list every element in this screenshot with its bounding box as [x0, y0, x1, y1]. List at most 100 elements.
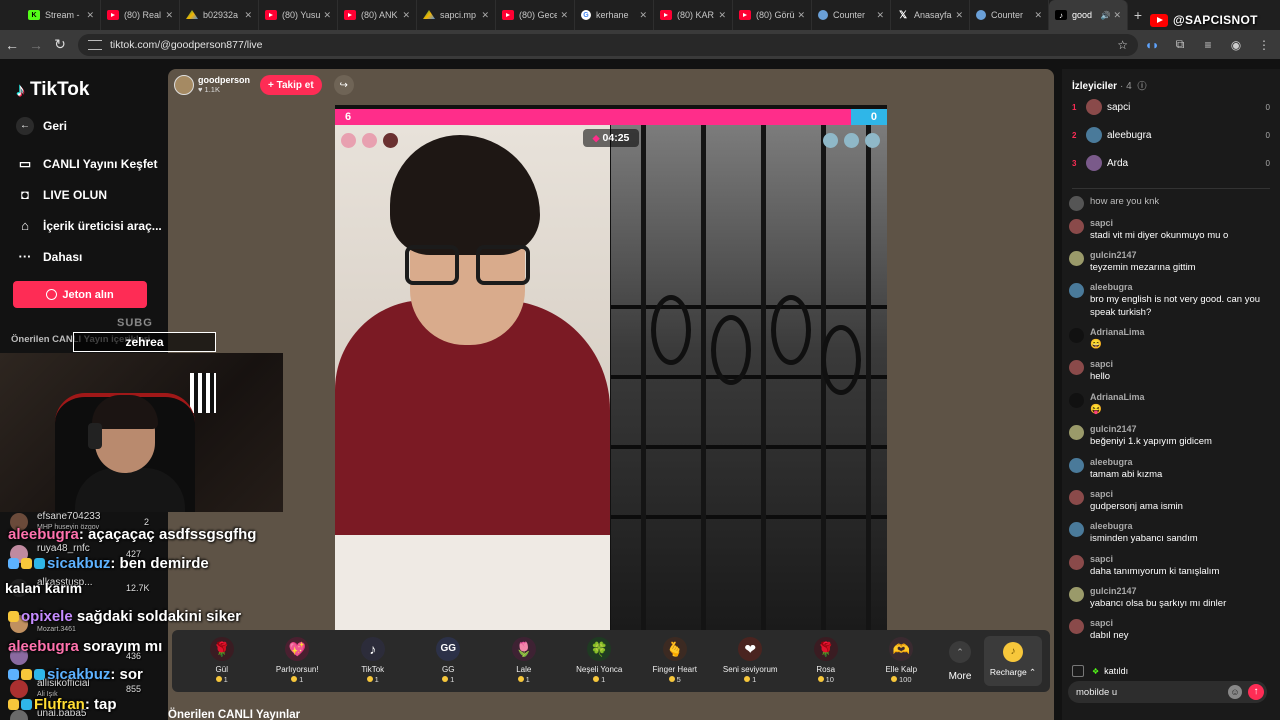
profile-icon[interactable]: ◉ [1222, 38, 1250, 52]
gift-item[interactable]: 🌹 Gül 1 [184, 637, 260, 685]
browser-tab[interactable]: 𝕏 Anasayfa ✕ [891, 0, 970, 30]
forward-arrow-icon[interactable]: → [24, 37, 48, 53]
gift-item[interactable]: 🌷 Lale 1 [486, 637, 562, 685]
gift-item[interactable]: GG GG 1 [411, 637, 487, 685]
message-username[interactable]: aleebugra [1090, 282, 1274, 293]
get-coins-button[interactable]: Jeton alın [13, 281, 147, 308]
go-live-nav-item[interactable]: ◘ LIVE OLUN [16, 187, 107, 202]
reload-icon[interactable]: ↻ [48, 36, 72, 53]
url-text[interactable]: tiktok.com/@goodperson877/live [110, 39, 1117, 51]
tab-close-icon[interactable]: ✕ [876, 10, 884, 21]
emoji-icon[interactable]: ☺ [1228, 685, 1242, 699]
message-username[interactable]: gulcin2147 [1090, 250, 1196, 261]
browser-tab[interactable]: (80) Görü ✕ [733, 0, 812, 30]
extensions-puzzle-icon[interactable]: ⧉ [1166, 37, 1194, 52]
avatar[interactable] [1069, 196, 1084, 211]
message-username[interactable]: aleebugra [1090, 457, 1162, 468]
tab-close-icon[interactable]: ✕ [402, 10, 410, 21]
browser-tab[interactable]: sapci.mp ✕ [417, 0, 496, 30]
more-nav-item[interactable]: ··· Dahası [16, 249, 83, 264]
avatar[interactable] [1069, 251, 1084, 266]
tab-close-icon[interactable]: ✕ [955, 10, 963, 21]
tab-close-icon[interactable]: ✕ [323, 10, 331, 21]
tab-close-icon[interactable]: ✕ [718, 10, 726, 21]
message-username[interactable]: sapci [1090, 359, 1113, 370]
viewer-row[interactable]: 1 sapci 0 [1072, 99, 1270, 115]
tab-close-icon[interactable]: ✕ [560, 10, 568, 21]
gift-item[interactable]: ❤ Seni seviyorum 1 [713, 637, 789, 685]
message-username[interactable]: sapci [1090, 554, 1219, 565]
tiktok-logo[interactable]: ♪ TikTok [16, 79, 89, 101]
battle-video[interactable]: 6 0 ◆ 04:25 [335, 105, 887, 630]
browser-tab[interactable]: Counter ✕ [970, 0, 1049, 30]
tab-close-icon[interactable]: ✕ [86, 10, 94, 21]
avatar[interactable] [1069, 458, 1084, 473]
message-username[interactable]: gulcin2147 [1090, 586, 1226, 597]
message-username[interactable]: AdrianaLima [1090, 392, 1145, 403]
more-gifts-button[interactable]: ⌃ More [939, 640, 981, 682]
chat-input[interactable]: mobilde u ☺ ↑ [1068, 681, 1267, 703]
browser-tab[interactable]: ♪ good 🔊 ✕ [1049, 0, 1128, 30]
avatar[interactable] [1069, 555, 1084, 570]
avatar[interactable] [1069, 219, 1084, 234]
recharge-button[interactable]: ♪ Recharge ⌃ [984, 636, 1042, 686]
avatar[interactable] [1069, 425, 1084, 440]
avatar[interactable] [1069, 283, 1084, 298]
back-nav-item[interactable]: ← Geri [16, 117, 67, 135]
tab-close-icon[interactable]: ✕ [639, 10, 647, 21]
extension-audio-icon[interactable]: ◖◗ [1138, 38, 1166, 52]
gift-item[interactable]: 💖 Parlıyorsun! 1 [260, 637, 336, 685]
browser-tab[interactable]: (80) Yusu ✕ [259, 0, 338, 30]
avatar[interactable] [1069, 619, 1084, 634]
host-name[interactable]: goodperson [198, 75, 250, 85]
gift-item[interactable]: 🍀 Neşeli Yonca 1 [562, 637, 638, 685]
message-username[interactable]: sapci [1090, 489, 1183, 500]
discover-live-nav-item[interactable]: ▭ CANLI Yayını Keşfet [16, 156, 158, 172]
message-username[interactable]: sapci [1090, 218, 1228, 229]
viewer-row[interactable]: 2 aleebugra 0 [1072, 127, 1270, 143]
browser-tab[interactable]: (80) Real ✕ [101, 0, 180, 30]
browser-tab[interactable]: (80) KAR ✕ [654, 0, 733, 30]
info-icon[interactable]: ⓘ [1137, 81, 1146, 91]
message-username[interactable]: aleebugra [1090, 521, 1198, 532]
avatar[interactable] [1069, 522, 1084, 537]
message-username[interactable]: gulcin2147 [1090, 424, 1212, 435]
gift-item[interactable]: 🫶 Elle Kalp 100 [864, 637, 940, 685]
tab-close-icon[interactable]: ✕ [1113, 10, 1121, 21]
creator-tools-nav-item[interactable]: ⌂ İçerik üreticisi araç... [16, 218, 162, 233]
address-bar[interactable]: tiktok.com/@goodperson877/live ☆ [78, 33, 1138, 56]
tab-close-icon[interactable]: ✕ [1034, 10, 1042, 21]
gift-item[interactable]: ♪ TikTok 1 [335, 637, 411, 685]
browser-tab[interactable]: Gkerhane ✕ [575, 0, 654, 30]
gift-item[interactable]: 🌹 Rosa 10 [788, 637, 864, 685]
send-icon[interactable]: ↑ [1248, 684, 1264, 700]
message-username[interactable]: AdrianaLima [1090, 327, 1145, 338]
avatar[interactable] [1069, 328, 1084, 343]
tab-close-icon[interactable]: ✕ [165, 10, 173, 21]
avatar[interactable] [1069, 490, 1084, 505]
avatar[interactable] [1069, 587, 1084, 602]
follow-button[interactable]: + Takip et [260, 75, 322, 95]
browser-tab[interactable]: (80) Gece ✕ [496, 0, 575, 30]
tab-close-icon[interactable]: ✕ [244, 10, 252, 21]
new-tab-icon[interactable]: + [1128, 7, 1148, 23]
host-avatar[interactable] [174, 75, 194, 95]
tab-close-icon[interactable]: ✕ [481, 10, 489, 21]
bookmark-star-icon[interactable]: ☆ [1117, 38, 1128, 52]
browser-tab[interactable]: (80) ANK ✕ [338, 0, 417, 30]
gift-item[interactable]: 🫰 Finger Heart 5 [637, 637, 713, 685]
tab-close-icon[interactable]: ✕ [797, 10, 805, 21]
site-info-icon[interactable] [88, 39, 102, 50]
browser-tab[interactable]: b02932a ✕ [180, 0, 259, 30]
media-control-icon[interactable]: ≡ [1194, 38, 1222, 52]
avatar[interactable] [1069, 393, 1084, 408]
chat-input-text[interactable]: mobilde u [1076, 687, 1228, 698]
tab-audio-icon[interactable]: 🔊 [1100, 11, 1110, 20]
avatar[interactable] [1069, 360, 1084, 375]
viewer-row[interactable]: 3 Arda 0 [1072, 155, 1270, 171]
share-icon[interactable]: ↪ [333, 75, 354, 95]
browser-tab[interactable]: K Stream - ✕ [22, 0, 101, 30]
browser-tab[interactable]: Counter ✕ [812, 0, 891, 30]
back-arrow-icon[interactable]: ← [0, 37, 24, 53]
message-username[interactable]: sapci [1090, 618, 1129, 629]
